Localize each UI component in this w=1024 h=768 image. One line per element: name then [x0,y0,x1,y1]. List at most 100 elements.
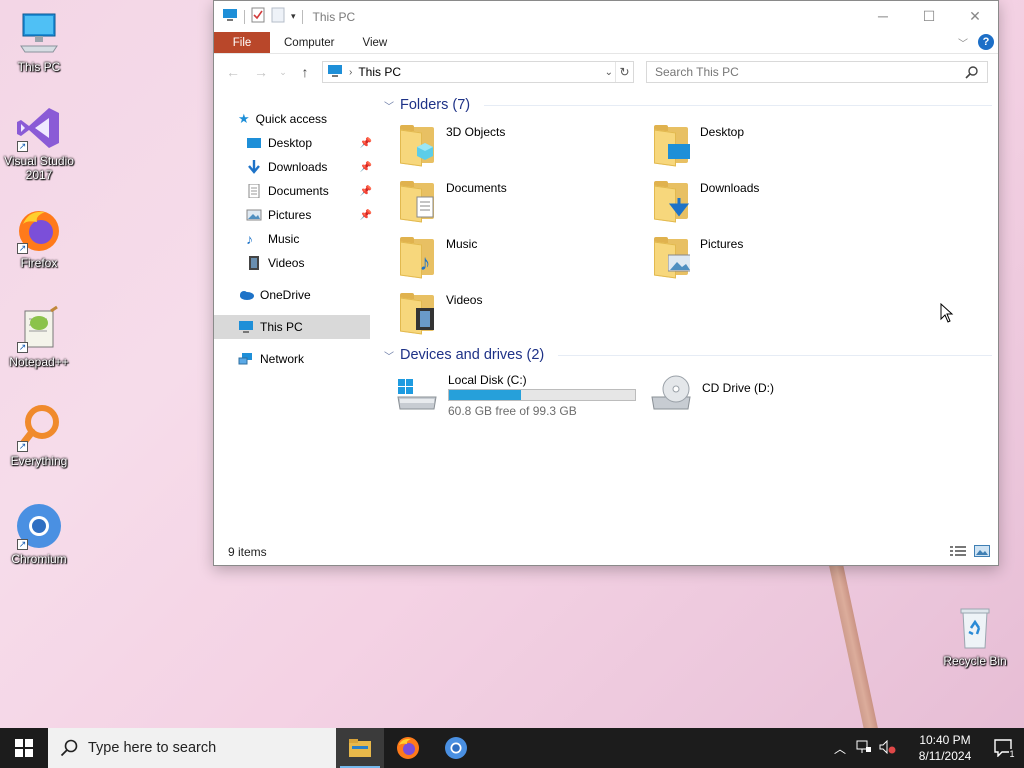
nav-item-desktop[interactable]: Desktop 📌 [214,131,374,155]
pin-icon[interactable]: 📌 [360,186,372,197]
quick-access-toolbar: ▾ This PC [214,7,355,26]
close-button[interactable]: ✕ [952,1,998,31]
customize-dropdown-icon[interactable]: ▾ [291,11,296,22]
videos-folder-icon [398,291,438,335]
notification-count: 1 [1009,749,1015,759]
action-center-button[interactable]: 1 [984,728,1024,768]
taskbar-chromium[interactable] [432,728,480,768]
nav-item-label: Documents [268,184,329,198]
taskbar-search-box[interactable]: Type here to search [48,728,336,768]
nav-item-documents[interactable]: Documents 📌 [214,179,374,203]
wallpaper-stem [828,558,880,738]
taskbar-firefox[interactable] [384,728,432,768]
group-title: Devices and drives (2) [400,347,545,363]
back-arrow-icon[interactable]: ← [222,61,244,83]
computer-icon[interactable] [222,8,238,25]
tab-file[interactable]: File [214,32,270,53]
folder-item[interactable]: 3D Objects [398,117,652,173]
minimize-button[interactable]: ─ [860,1,906,31]
new-folder-icon[interactable] [271,7,285,26]
chevron-down-icon[interactable]: ﹀ [384,98,394,113]
help-icon[interactable]: ? [978,34,994,50]
taskbar-file-explorer[interactable] [336,728,384,768]
large-icons-view-icon[interactable] [974,545,990,560]
up-arrow-icon[interactable]: ↑ [294,61,316,83]
refresh-icon[interactable]: ↻ [615,62,633,82]
volume-muted-icon[interactable] [876,739,900,757]
folder-item[interactable]: Downloads [652,173,906,229]
disk-usage-fill [449,390,522,400]
start-button[interactable] [0,728,48,768]
desktop-icon-notepad-plus-plus[interactable]: ↗ Notepad++ [1,305,77,369]
folder-item[interactable]: Pictures [652,229,906,285]
nav-item-this-pc[interactable]: This PC [214,315,370,339]
chevron-right-icon[interactable]: › [349,67,352,78]
forward-arrow-icon[interactable]: → [250,61,272,83]
computer-icon [327,64,343,81]
desktop-icon-chromium[interactable]: ↗ Chromium [1,502,77,566]
pin-icon[interactable]: 📌 [360,162,372,173]
nav-item-music[interactable]: ♪ Music [214,227,374,251]
nav-item-quick-access[interactable]: ★ Quick access [214,107,374,131]
desktop-icon-label: Notepad++ [9,355,69,369]
drive-item-c[interactable]: Local Disk (C:) 60.8 GB free of 99.3 GB [394,373,648,418]
drives-group-header[interactable]: ﹀ Devices and drives (2) [380,343,998,367]
folder-item[interactable]: ♪ Music [398,229,652,285]
desktop-icon-recycle-bin[interactable]: Recycle Bin [937,604,1013,668]
documents-folder-icon [398,179,438,223]
chevron-down-icon[interactable]: ⌄ [605,67,613,78]
desktop-icon-everything[interactable]: ↗ Everything [1,404,77,468]
recent-locations-chevron-icon[interactable]: ⌄ [278,61,288,83]
shortcut-arrow-icon: ↗ [17,141,28,152]
folder-item[interactable]: Videos [398,285,652,341]
nav-item-onedrive[interactable]: OneDrive [214,283,374,307]
folder-item[interactable]: Documents [398,173,652,229]
tab-view[interactable]: View [349,32,402,53]
details-view-icon[interactable] [950,545,966,560]
folder-name: Videos [446,293,483,307]
pin-icon[interactable]: 📌 [360,210,372,221]
group-title: Folders (7) [400,97,471,113]
desktop-icon-label: Recycle Bin [943,654,1007,668]
search-input[interactable] [655,65,955,79]
tab-computer[interactable]: Computer [270,32,349,53]
expand-ribbon-icon[interactable]: ﹀ [958,35,968,50]
folder-name: 3D Objects [446,125,506,139]
divider [558,354,992,356]
nav-item-network[interactable]: Network [214,347,374,371]
properties-icon[interactable] [251,7,265,26]
desktop-icon-visual-studio[interactable]: ↗ Visual Studio 2017 [1,104,77,182]
visual-studio-icon: ↗ [15,104,63,152]
address-path[interactable]: This PC [358,65,401,79]
address-bar[interactable]: › This PC ⌄ ↻ [322,61,634,83]
network-status-icon[interactable] [852,740,876,757]
chevron-down-icon[interactable]: ﹀ [384,348,394,363]
cloud-icon [238,288,254,302]
chevron-up-icon[interactable]: ︿ [828,740,852,757]
star-icon: ★ [238,111,250,126]
drive-item-d[interactable]: CD Drive (D:) [648,373,902,418]
nav-item-label: Music [268,232,300,246]
taskbar: Type here to search ︿ 10:40 PM 8/11/2024… [0,728,1024,768]
file-explorer-icon [349,739,371,757]
nav-item-label: Downloads [268,160,328,174]
download-arrow-icon [246,160,262,174]
view-buttons [950,545,990,560]
maximize-button[interactable]: ☐ [906,1,952,31]
nav-item-downloads[interactable]: Downloads 📌 [214,155,374,179]
search-icon[interactable] [965,65,979,82]
folders-group-header[interactable]: ﹀ Folders (7) [380,93,998,117]
search-box[interactable] [646,61,988,83]
nav-item-pictures[interactable]: Pictures 📌 [214,203,374,227]
separator [244,9,245,24]
taskbar-clock[interactable]: 10:40 PM 8/11/2024 [906,732,984,764]
nav-item-label: Quick access [255,112,328,126]
clock-time: 10:40 PM [919,733,971,747]
pin-icon[interactable]: 📌 [360,138,372,149]
desktop-icon-label: This PC [17,60,61,74]
folder-item[interactable]: Desktop [652,117,906,173]
shortcut-arrow-icon: ↗ [17,342,28,353]
nav-item-videos[interactable]: Videos [214,251,374,275]
desktop-icon-firefox[interactable]: ↗ Firefox [1,206,77,270]
desktop-icon-this-pc[interactable]: This PC [1,10,77,74]
